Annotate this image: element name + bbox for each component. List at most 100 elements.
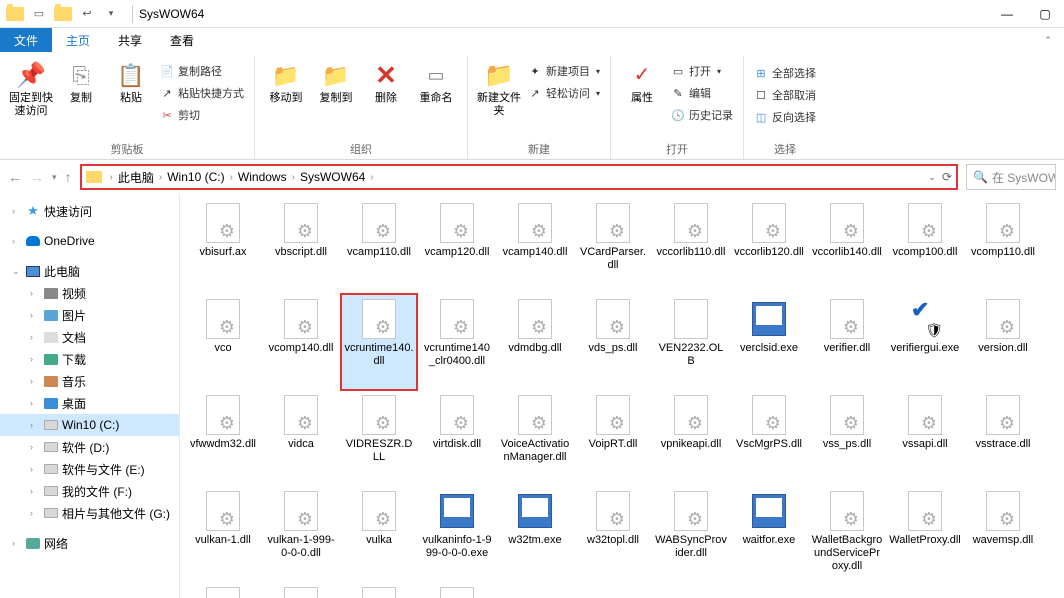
paste-shortcut-button[interactable]: ↗粘贴快捷方式 [156,82,248,104]
forward-button[interactable]: → [30,169,44,185]
file-item[interactable]: VIDRESZR.DLL [341,390,417,486]
rename-button[interactable]: ▭重命名 [411,56,461,141]
edit-button[interactable]: ✎编辑 [667,82,737,104]
tab-file[interactable]: 文件 [0,28,52,52]
new-item-button[interactable]: ✦新建项目▾ [524,60,604,82]
qat-undo-icon[interactable]: ↩ [76,3,98,25]
refresh-button[interactable]: ⟳ [942,170,952,184]
file-item[interactable]: vcamp120.dll [419,198,495,294]
file-item[interactable]: WcnApi.dll [341,582,417,598]
file-item[interactable]: vidca [263,390,339,486]
file-item[interactable]: vcomp110.dll [965,198,1041,294]
crumb-syswow64[interactable]: SysWOW64 [297,170,368,184]
file-item[interactable]: VoipRT.dll [575,390,651,486]
cut-button[interactable]: ✂剪切 [156,104,248,126]
tree-pictures[interactable]: ›图片 [0,304,179,326]
tree-drive-c[interactable]: ›Win10 (C:) [0,414,179,436]
easy-access-button[interactable]: ↗轻松访问▾ [524,82,604,104]
tree-drive-f[interactable]: ›我的文件 (F:) [0,480,179,502]
recent-locations-button[interactable]: ▾ [52,172,57,183]
tree-desktop[interactable]: ›桌面 [0,392,179,414]
pin-quick-access-button[interactable]: 📌 固定到快速访问 [6,56,56,141]
paste-button[interactable]: 📋 粘贴 [106,56,156,141]
file-item[interactable]: WalletProxy.dll [887,486,963,582]
file-item[interactable]: vbscript.dll [263,198,339,294]
crumb-pc[interactable]: 此电脑 [115,169,157,186]
file-item[interactable]: vulkan-1-999-0-0-0.dll [263,486,339,582]
ribbon-collapse-icon[interactable]: ⌃ [1038,28,1058,52]
file-item[interactable]: wbemcomn.dll [185,582,261,598]
crumb-windows[interactable]: Windows [235,170,290,184]
file-item[interactable]: wcmapi.dll [263,582,339,598]
copy-path-button[interactable]: 📄复制路径 [156,60,248,82]
back-button[interactable]: ← [8,169,22,185]
tab-view[interactable]: 查看 [156,28,208,52]
delete-button[interactable]: ✕删除 [361,56,411,141]
properties-button[interactable]: ✓属性 [617,56,667,141]
file-item[interactable]: vfwwdm32.dll [185,390,261,486]
file-item[interactable]: verclsid.exe [731,294,807,390]
file-item[interactable]: vulkan-1.dll [185,486,261,582]
file-item[interactable]: vss_ps.dll [809,390,885,486]
select-all-button[interactable]: ⊞全部选择 [750,62,820,84]
file-item[interactable]: VCardParser.dll [575,198,651,294]
qat-properties-icon[interactable]: ▭ [28,3,50,25]
tab-share[interactable]: 共享 [104,28,156,52]
select-none-button[interactable]: ☐全部取消 [750,84,820,106]
tree-music[interactable]: ›音乐 [0,370,179,392]
file-item[interactable]: vcruntime140_clr0400.dll [419,294,495,390]
tree-this-pc[interactable]: ⌄此电脑 [0,260,179,282]
file-item[interactable]: VoiceActivationManager.dll [497,390,573,486]
qat-folder-icon[interactable] [4,3,26,25]
file-item[interactable]: w32tm.exe [497,486,573,582]
file-item[interactable]: verifiergui.exe [887,294,963,390]
search-input[interactable]: 🔍 在 SysWOW [966,164,1056,190]
qat-more-icon[interactable]: ▾ [100,3,122,25]
qat-new-icon[interactable] [52,3,74,25]
file-item[interactable]: vccorlib140.dll [809,198,885,294]
address-bar[interactable]: › 此电脑 › Win10 (C:) › Windows › SysWOW64 … [80,164,958,190]
address-dropdown-icon[interactable]: ⌄ [928,172,936,183]
file-item[interactable]: vssapi.dll [887,390,963,486]
invert-selection-button[interactable]: ◫反向选择 [750,106,820,128]
open-button[interactable]: ▭打开▾ [667,60,737,82]
file-item[interactable]: vco [185,294,261,390]
tree-drive-g[interactable]: ›相片与其他文件 (G:) [0,502,179,524]
history-button[interactable]: 🕓历史记录 [667,104,737,126]
maximize-button[interactable]: ▢ [1026,0,1064,28]
file-item[interactable]: vulka [341,486,417,582]
file-item[interactable]: version.dll [965,294,1041,390]
file-item[interactable]: w32topl.dll [575,486,651,582]
minimize-button[interactable]: — [988,0,1026,28]
file-item[interactable]: vsstrace.dll [965,390,1041,486]
file-item[interactable]: waitfor.exe [731,486,807,582]
new-folder-button[interactable]: 📁新建文件夹 [474,56,524,141]
up-button[interactable]: ↑ [65,169,72,185]
file-item[interactable]: vds_ps.dll [575,294,651,390]
file-item[interactable]: WABSyncProvider.dll [653,486,729,582]
copy-button[interactable]: ⎘ 复制 [56,56,106,141]
file-item[interactable]: vcruntime140.dll [341,294,417,390]
crumb-c[interactable]: Win10 (C:) [164,170,227,184]
file-item[interactable]: wavemsp.dll [965,486,1041,582]
tree-documents[interactable]: ›文档 [0,326,179,348]
file-item[interactable]: vpnikeapi.dll [653,390,729,486]
file-item[interactable]: virtdisk.dll [419,390,495,486]
tab-home[interactable]: 主页 [52,28,104,52]
file-grid[interactable]: vbisurf.axvbscript.dllvcamp110.dllvcamp1… [180,194,1064,598]
tree-network[interactable]: ›网络 [0,532,179,554]
file-item[interactable]: vdmdbg.dll [497,294,573,390]
file-item[interactable]: vcamp140.dll [497,198,573,294]
crumb-sep[interactable]: › [108,172,115,183]
file-item[interactable]: WalletBackgroundServiceProxy.dll [809,486,885,582]
file-item[interactable]: VscMgrPS.dll [731,390,807,486]
file-item[interactable]: vccorlib110.dll [653,198,729,294]
file-item[interactable]: vulkaninfo-1-999-0-0-0.exe [419,486,495,582]
file-item[interactable]: vcamp110.dll [341,198,417,294]
tree-onedrive[interactable]: ›OneDrive [0,230,179,252]
file-item[interactable]: vcomp140.dll [263,294,339,390]
navigation-pane[interactable]: ›★快速访问 ›OneDrive ⌄此电脑 ›视频 ›图片 ›文档 ›下载 ›音… [0,194,180,598]
copy-to-button[interactable]: 📁复制到 [311,56,361,141]
tree-downloads[interactable]: ›下载 [0,348,179,370]
file-item[interactable]: vbisurf.ax [185,198,261,294]
